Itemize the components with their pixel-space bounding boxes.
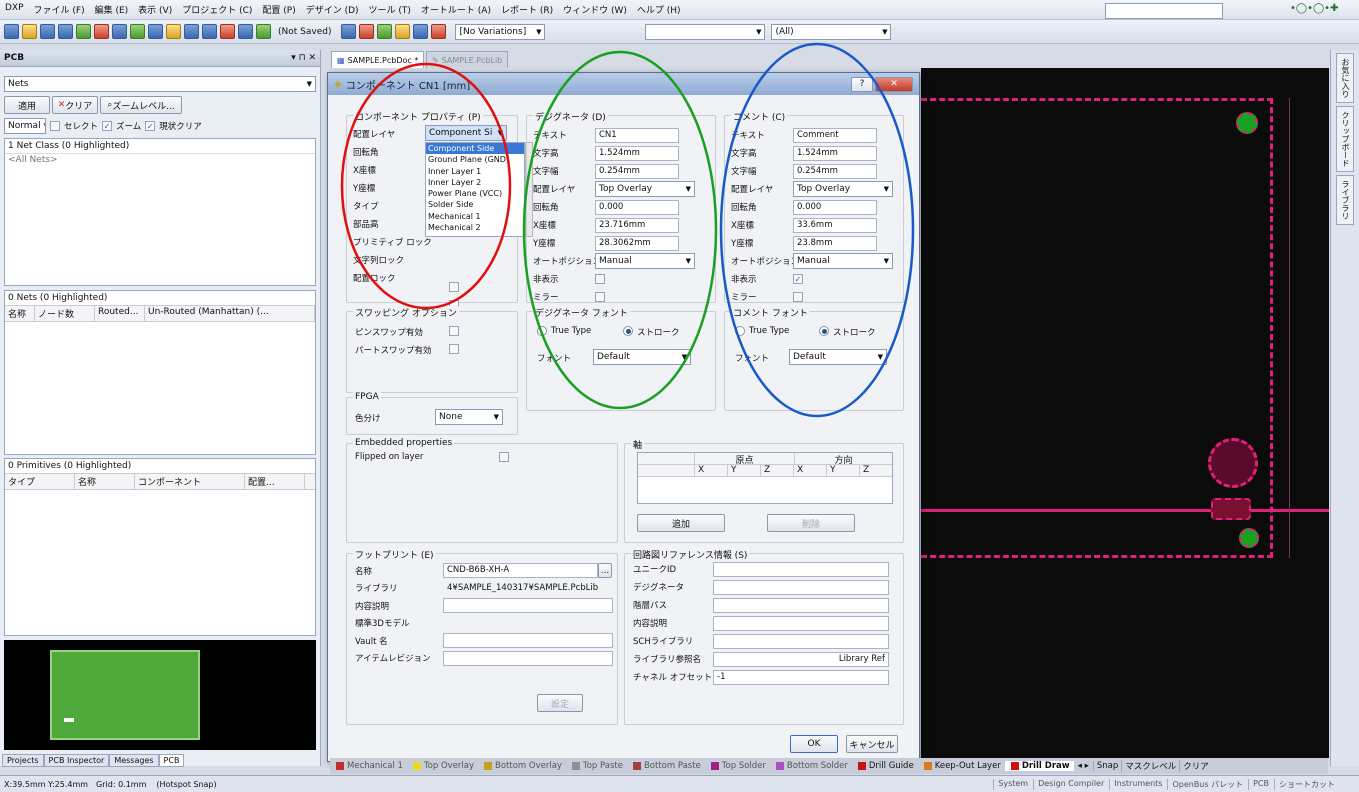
layer-tail-button[interactable]: クリア: [1179, 760, 1212, 772]
layer-tab[interactable]: Keep-Out Layer: [918, 761, 1005, 771]
layer-tail-button[interactable]: マスクレベル: [1121, 760, 1179, 772]
layer-tab[interactable]: Drill Draw: [1004, 761, 1074, 771]
layer-color-swatch: [571, 762, 580, 770]
layer-color-swatch: [923, 762, 932, 770]
layer-color-swatch: [484, 762, 493, 770]
layer-tab-label: Top Paste: [582, 761, 623, 771]
layer-color-swatch: [336, 762, 344, 770]
status-panel-button[interactable]: Instruments: [1109, 778, 1166, 790]
layer-tab-label: Bottom Paste: [643, 761, 701, 771]
layer-tab-label: Drill Draw: [1021, 761, 1070, 771]
layer-color-swatch: [710, 762, 719, 770]
annotation-overlay: [340, 42, 915, 418]
layer-tab-label: Top Overlay: [423, 761, 475, 771]
status-coords: X:39.5mm Y:25.4mm: [4, 779, 89, 789]
layer-color-swatch: [1010, 762, 1019, 770]
layer-tabs: Mechanical 1 Top Overlay Bottom Overlay Top…: [330, 758, 1328, 774]
layer-color-swatch: [412, 762, 421, 770]
status-panel-button[interactable]: System: [993, 778, 1032, 790]
layer-tab[interactable]: Top Overlay: [407, 761, 478, 771]
status-grid: Grid: 0.1mm: [96, 779, 147, 789]
layer-tab[interactable]: Top Paste: [566, 761, 627, 771]
layer-color-swatch: [857, 762, 866, 770]
layer-tail-button[interactable]: Snap: [1092, 761, 1121, 771]
layer-tab[interactable]: Bottom Overlay: [478, 761, 566, 771]
layer-tab[interactable]: Drill Guide: [852, 761, 918, 771]
layer-tab-label: Mechanical 1: [347, 761, 403, 771]
layer-color-swatch: [632, 762, 641, 770]
status-panel-button[interactable]: ショートカット: [1274, 778, 1339, 790]
layer-tab-label: Bottom Overlay: [495, 761, 562, 771]
layer-tab-label: Drill Guide: [868, 761, 914, 771]
red-annotation-ellipse: [340, 62, 512, 310]
status-snap: (Hotspot Snap): [156, 779, 217, 789]
green-annotation-ellipse: [522, 50, 718, 410]
layer-tab-label: Keep-Out Layer: [934, 761, 1001, 771]
layer-color-swatch: [775, 762, 784, 770]
status-panel-button[interactable]: Design Compiler: [1033, 778, 1108, 790]
status-panel-button[interactable]: OpenBus パレット: [1167, 778, 1247, 790]
layer-tab[interactable]: Bottom Paste: [627, 761, 705, 771]
layer-tab-label: Bottom Solder: [786, 761, 848, 771]
layer-tab[interactable]: Top Solder: [705, 761, 770, 771]
status-bar: X:39.5mm Y:25.4mm Grid: 0.1mm (Hotspot S…: [0, 775, 1359, 792]
layer-tab-label: Top Solder: [721, 761, 766, 771]
status-panel-button[interactable]: PCB: [1248, 778, 1273, 790]
blue-annotation-ellipse: [719, 42, 915, 418]
layer-scroll-icon[interactable]: ◂ ▸: [1078, 761, 1089, 771]
layer-tab[interactable]: Bottom Solder: [770, 761, 852, 771]
layer-tab[interactable]: Mechanical 1: [330, 761, 407, 771]
